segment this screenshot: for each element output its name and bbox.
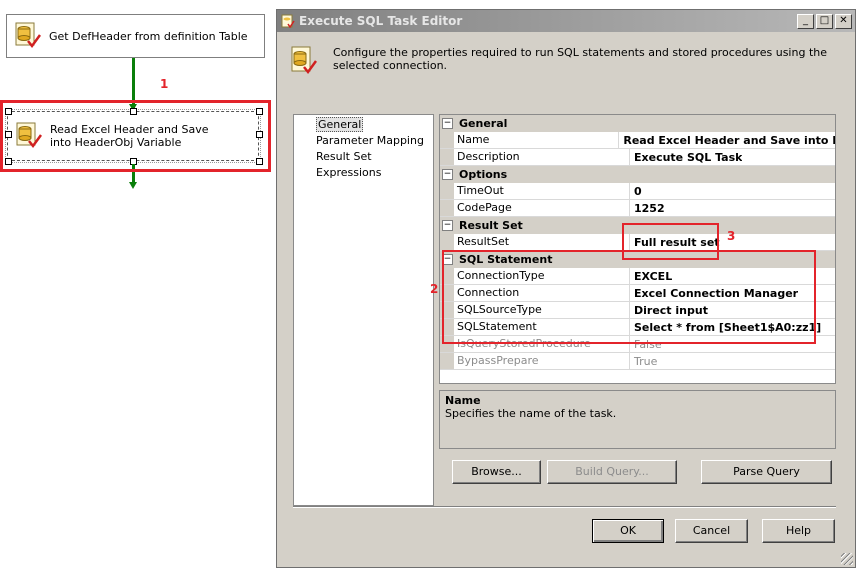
annotation-number-3: 3 xyxy=(727,229,736,243)
nav-parameter-mapping[interactable]: Parameter Mapping xyxy=(294,133,433,149)
task-label: Get DefHeader from definition Table xyxy=(49,29,248,43)
resize-grip-icon[interactable] xyxy=(841,553,853,565)
minimize-button[interactable]: _ xyxy=(797,13,814,29)
annotation-number-1: 1 xyxy=(160,77,169,91)
annotation-box-sql-statement xyxy=(442,250,816,344)
annotation-box-task xyxy=(0,100,271,172)
category-general[interactable]: − General xyxy=(440,115,835,132)
footer-separator xyxy=(293,506,836,508)
annotation-number-2: 2 xyxy=(430,282,439,296)
property-description-panel: Name Specifies the name of the task. xyxy=(439,390,836,449)
nav-panel: General Parameter Mapping Result Set Exp… xyxy=(293,114,434,506)
close-button[interactable]: ✕ xyxy=(835,13,852,29)
nav-result-set[interactable]: Result Set xyxy=(294,149,433,165)
ok-button[interactable]: OK xyxy=(592,519,664,543)
build-query-button[interactable]: Build Query... xyxy=(547,460,677,484)
property-help-text: Specifies the name of the task. xyxy=(445,407,617,420)
prop-row-timeout[interactable]: TimeOut 0 xyxy=(440,183,835,200)
prop-row-codepage[interactable]: CodePage 1252 xyxy=(440,200,835,217)
dialog-description: Configure the properties required to run… xyxy=(333,46,827,72)
prop-row-bypassprepare[interactable]: BypassPrepare True xyxy=(440,353,835,370)
title-bar[interactable]: Execute SQL Task Editor _ □ ✕ xyxy=(277,10,855,32)
category-options[interactable]: − Options xyxy=(440,166,835,183)
collapse-icon[interactable]: − xyxy=(442,220,453,231)
browse-button[interactable]: Browse... xyxy=(452,460,541,484)
parse-query-button[interactable]: Parse Query xyxy=(701,460,832,484)
app-icon xyxy=(281,14,295,28)
connector-arrow xyxy=(129,182,137,189)
prop-row-name[interactable]: Name Read Excel Header and Save into He xyxy=(440,132,835,149)
help-button[interactable]: Help xyxy=(762,519,835,543)
execute-sql-task-icon xyxy=(15,22,42,50)
nav-expressions[interactable]: Expressions xyxy=(294,165,433,181)
cancel-button[interactable]: Cancel xyxy=(675,519,748,543)
execute-sql-task-editor: Execute SQL Task Editor _ □ ✕ Configure … xyxy=(276,9,856,568)
prop-row-description[interactable]: Description Execute SQL Task xyxy=(440,149,835,166)
execute-sql-task-icon xyxy=(291,46,317,75)
collapse-icon[interactable]: − xyxy=(442,118,453,129)
maximize-button[interactable]: □ xyxy=(816,13,833,29)
nav-general[interactable]: General xyxy=(294,117,433,133)
collapse-icon[interactable]: − xyxy=(442,169,453,180)
task-get-defheader[interactable]: Get DefHeader from definition Table xyxy=(6,14,265,58)
property-help-title: Name xyxy=(445,394,481,407)
window-title: Execute SQL Task Editor xyxy=(299,14,463,28)
